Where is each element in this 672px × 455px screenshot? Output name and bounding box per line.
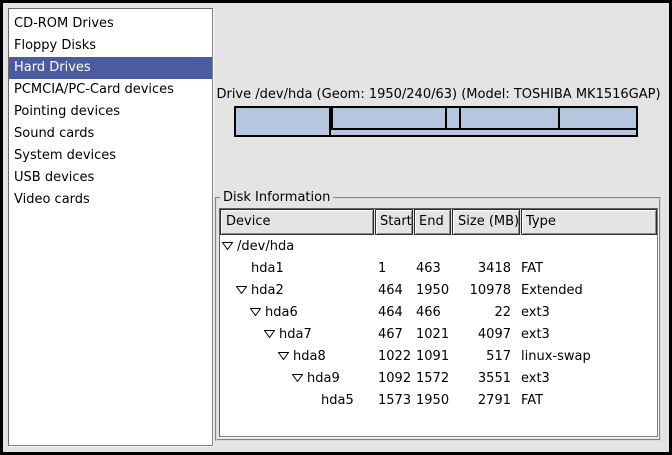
sidebar-item-pcmcia-pc-card-devices[interactable]: PCMCIA/PC-Card devices [9, 79, 212, 101]
device-category-list: CD-ROM DrivesFloppy DisksHard DrivesPCMC… [8, 8, 213, 446]
hardware-browser-window: CD-ROM DrivesFloppy DisksHard DrivesPCMC… [0, 0, 672, 455]
table-row-hda2[interactable]: hda2 464195010978Extended [220, 279, 657, 301]
expander-icon[interactable] [222, 242, 233, 250]
sidebar-item-hard-drives[interactable]: Hard Drives [9, 57, 212, 79]
type-cell: ext3 [517, 305, 657, 320]
device-label: hda6 [265, 305, 298, 320]
expander-icon[interactable] [250, 308, 261, 316]
type-cell: linux-swap [517, 349, 657, 364]
device-cell: hda7 [220, 327, 374, 342]
end-cell: 1572 [412, 371, 449, 386]
start-cell: 1022 [374, 349, 412, 364]
table-row-dev-hda[interactable]: /dev/hda [220, 235, 657, 257]
size-cell: 22 [449, 305, 517, 320]
size-cell: 4097 [449, 327, 517, 342]
sidebar-item-pointing-devices[interactable]: Pointing devices [9, 101, 212, 123]
disk-table-header: DeviceStartEndSize (MB)Type [220, 209, 657, 235]
size-cell: 3418 [449, 261, 517, 276]
partition-bar [234, 106, 638, 137]
sidebar-item-usb-devices[interactable]: USB devices [9, 167, 212, 189]
device-cell: hda2 [220, 283, 374, 298]
column-header-end[interactable]: End [414, 209, 451, 235]
logical-partitions-row [331, 108, 636, 130]
table-row-hda5[interactable]: hda5 157319502791FAT [220, 389, 657, 411]
column-header-size-mb[interactable]: Size (MB) [452, 209, 520, 235]
disk-table-body: /dev/hdahda114633418FAThda2464195010978E… [220, 235, 657, 411]
device-label: hda7 [279, 327, 312, 342]
device-cell: hda9 [220, 371, 374, 386]
drive-summary-text: Drive /dev/hda (Geom: 1950/240/63) (Mode… [215, 87, 662, 103]
partition-segment-hda1 [236, 108, 331, 135]
device-cell: hda8 [220, 349, 374, 364]
expander-icon[interactable] [236, 286, 247, 294]
partition-segment-hda9 [461, 108, 560, 128]
size-cell: 2791 [449, 393, 517, 408]
type-cell: FAT [517, 261, 657, 276]
start-cell: 1 [374, 261, 412, 276]
device-cell: /dev/hda [220, 239, 374, 254]
device-label: hda9 [307, 371, 340, 386]
table-row-hda9[interactable]: hda9 109215723551ext3 [220, 367, 657, 389]
start-cell: 1573 [374, 393, 412, 408]
type-cell: FAT [517, 393, 657, 408]
column-header-type[interactable]: Type [521, 209, 657, 235]
type-cell: ext3 [517, 371, 657, 386]
start-cell: 464 [374, 283, 412, 298]
expander-spacer [236, 268, 251, 269]
table-row-hda7[interactable]: hda7 46710214097ext3 [220, 323, 657, 345]
start-cell: 467 [374, 327, 412, 342]
expander-icon[interactable] [264, 330, 275, 338]
column-header-device[interactable]: Device [220, 209, 374, 235]
sidebar-item-system-devices[interactable]: System devices [9, 145, 212, 167]
sidebar-item-sound-cards[interactable]: Sound cards [9, 123, 212, 145]
end-cell: 1091 [412, 349, 449, 364]
expander-icon[interactable] [292, 374, 303, 382]
end-cell: 466 [412, 305, 449, 320]
device-label: hda8 [293, 349, 326, 364]
frame-label: Disk Information [220, 190, 333, 205]
table-row-hda6[interactable]: hda6 46446622ext3 [220, 301, 657, 323]
expander-spacer [306, 400, 321, 401]
partition-segment-hda8 [447, 108, 461, 128]
start-cell: 464 [374, 305, 412, 320]
device-label: hda1 [251, 261, 284, 276]
partition-segment-hda7 [333, 108, 447, 128]
sidebar-item-video-cards[interactable]: Video cards [9, 189, 212, 211]
device-cell: hda1 [220, 261, 374, 276]
device-label: hda5 [321, 393, 354, 408]
table-row-hda1[interactable]: hda1 14633418FAT [220, 257, 657, 279]
size-cell: 10978 [449, 283, 517, 298]
sidebar-item-floppy-disks[interactable]: Floppy Disks [9, 35, 212, 57]
start-cell: 1092 [374, 371, 412, 386]
device-cell: hda5 [220, 393, 374, 408]
end-cell: 1021 [412, 327, 449, 342]
sidebar-item-cd-rom-drives[interactable]: CD-ROM Drives [9, 13, 212, 35]
size-cell: 3551 [449, 371, 517, 386]
type-cell: ext3 [517, 327, 657, 342]
end-cell: 1950 [412, 393, 449, 408]
partition-segment-hda2 [331, 108, 636, 135]
end-cell: 463 [412, 261, 449, 276]
disk-table: DeviceStartEndSize (MB)Type /dev/hda hda1… [219, 208, 658, 437]
type-cell: Extended [517, 283, 657, 298]
device-cell: hda6 [220, 305, 374, 320]
device-label: /dev/hda [237, 239, 294, 254]
size-cell: 517 [449, 349, 517, 364]
device-label: hda2 [251, 283, 284, 298]
end-cell: 1950 [412, 283, 449, 298]
table-row-hda8[interactable]: hda8 10221091517linux-swap [220, 345, 657, 367]
column-header-start[interactable]: Start [375, 209, 413, 235]
partition-segment-hda5 [560, 108, 636, 128]
expander-icon[interactable] [278, 352, 289, 360]
